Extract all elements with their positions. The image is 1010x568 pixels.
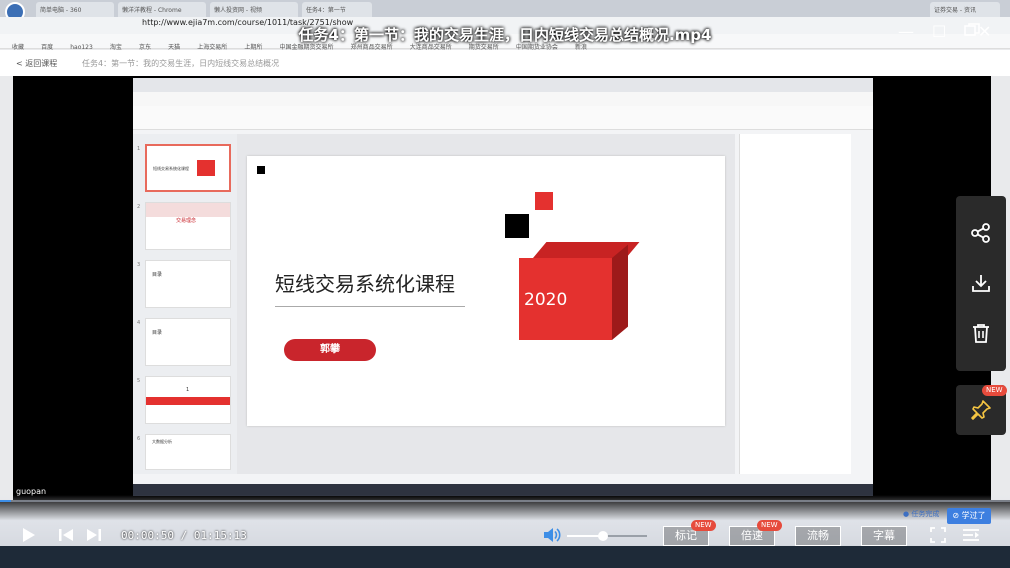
- previous-button[interactable]: [58, 522, 74, 548]
- close-button[interactable]: ✕: [978, 22, 991, 41]
- app-title-bar: [133, 78, 873, 92]
- deco-square: [257, 166, 265, 174]
- download-button[interactable]: [956, 258, 1006, 308]
- thumbnail-slide: 目录: [145, 260, 231, 308]
- skip-forward-icon: [87, 529, 101, 541]
- fullscreen-button[interactable]: [930, 522, 946, 548]
- deco-square: [535, 192, 553, 210]
- thumb-label: 交易理念: [176, 218, 197, 224]
- next-button[interactable]: [86, 522, 102, 548]
- app-toolbar: [133, 106, 873, 130]
- trash-icon: [973, 324, 989, 343]
- play-icon: [23, 528, 35, 542]
- thumbnail-slide: 交易理念: [145, 202, 231, 250]
- fullscreen-icon: [930, 527, 946, 543]
- captured-tab: 简单电脑 - 360: [36, 2, 114, 17]
- thumb-number: 4: [137, 320, 141, 326]
- slide-divider: [275, 306, 465, 307]
- duration: 01:15:13: [193, 529, 247, 542]
- cube-side: [612, 244, 628, 340]
- slide-author-badge: 郭攀: [284, 339, 376, 361]
- thumb-number: 6: [137, 436, 141, 442]
- current-slide: 2020 短线交易系统化课程 郭攀: [247, 156, 725, 426]
- thumb-number: 5: [137, 378, 141, 384]
- side-action-panel: [956, 196, 1006, 371]
- volume-knob[interactable]: [598, 531, 608, 541]
- thumb-label: 1: [186, 387, 190, 393]
- minimize-button[interactable]: —: [898, 22, 914, 41]
- thumbnail-slide: 目录: [145, 318, 231, 366]
- captured-tab: 懒洋洋教程 - Chrome: [118, 2, 206, 17]
- mark-new-badge: NEW: [691, 520, 716, 531]
- skip-back-icon: [59, 529, 73, 541]
- time-display: 00:00:50 / 01:15:13: [121, 529, 247, 542]
- playlist-icon: [963, 529, 979, 541]
- pin-new-badge: NEW: [982, 385, 1007, 396]
- thumb-number: 1: [137, 146, 141, 152]
- video-frame[interactable]: 简单电脑 - 360 懒洋洋教程 - Chrome 懒人投资网 - 视频 任务4…: [0, 0, 1010, 500]
- thumb-label: 目录: [152, 330, 163, 336]
- time-separator: /: [173, 529, 194, 542]
- volume-button[interactable]: [543, 522, 561, 548]
- thumb-number: 3: [137, 262, 141, 268]
- share-button[interactable]: [956, 208, 1006, 258]
- captured-tab: 懒人投资网 - 视频: [210, 2, 298, 17]
- app-right-sidebar: [855, 134, 873, 474]
- captured-breadcrumb: 任务4：第一节：我的交易生涯，日内短线交易总结概况: [82, 59, 280, 68]
- app-menu-bar: [133, 92, 873, 106]
- captured-presentation-app: 1 短线交易系统化课程 2 交易理念 3 目录 4 目录 5 1 6 大数据分析…: [133, 78, 873, 494]
- delete-button[interactable]: [956, 308, 1006, 358]
- captured-back-link: < 返回课程: [16, 59, 58, 68]
- thumbnail-slide: 短线交易系统化课程: [145, 144, 231, 192]
- slide-year: 2020: [524, 290, 568, 310]
- deco-square: [505, 214, 529, 238]
- play-button[interactable]: [20, 522, 36, 548]
- app-right-pane: [739, 134, 851, 474]
- thumbnail-slide: 1: [145, 376, 231, 424]
- thumb-label: 目录: [152, 272, 163, 278]
- done-label: 任务完成: [911, 510, 940, 518]
- subtitle-button[interactable]: 字幕: [861, 526, 907, 546]
- thumbnail-slide: 大数据分析: [145, 434, 231, 470]
- video-player[interactable]: 简单电脑 - 360 懒洋洋教程 - Chrome 懒人投资网 - 视频 任务4…: [0, 0, 1010, 568]
- progress-track[interactable]: [0, 500, 1010, 502]
- share-icon: [971, 223, 990, 243]
- slide-canvas: 2020 短线交易系统化课程 郭攀: [237, 134, 735, 474]
- download-icon: [972, 275, 990, 292]
- learned-label: 学过了: [961, 511, 986, 520]
- task-done-status: ● 任务完成: [903, 510, 940, 518]
- pin-icon: [971, 400, 991, 420]
- slide-thumbnails: 1 短线交易系统化课程 2 交易理念 3 目录 4 目录 5 1 6 大数据分析: [133, 134, 237, 474]
- slide-title: 短线交易系统化课程: [275, 272, 455, 296]
- captured-tab-strip: 简单电脑 - 360 懒洋洋教程 - Chrome 懒人投资网 - 视频 任务4…: [0, 0, 1010, 22]
- speed-new-badge: NEW: [757, 520, 782, 531]
- volume-icon: [544, 528, 561, 542]
- captured-tab: 任务4：第一节: [302, 2, 372, 17]
- playlist-button[interactable]: [962, 522, 980, 548]
- current-time: 00:00:50: [121, 529, 174, 542]
- windows-taskbar: [0, 546, 1010, 568]
- quality-button[interactable]: 流畅: [795, 526, 841, 546]
- captured-tab: 证券交易 - 资讯: [930, 2, 1000, 17]
- thumb-label: 大数据分析: [152, 439, 172, 444]
- thumb-cube-shape: [197, 160, 215, 176]
- maximize-button[interactable]: ☐: [932, 22, 946, 41]
- progress-fill: [0, 500, 12, 502]
- thumb-label: 短线交易系统化课程: [153, 166, 189, 171]
- thumb-number: 2: [137, 204, 141, 210]
- video-title: 任务4：第一节：我的交易生涯，日内短线交易总结概况.mp4: [298, 26, 712, 44]
